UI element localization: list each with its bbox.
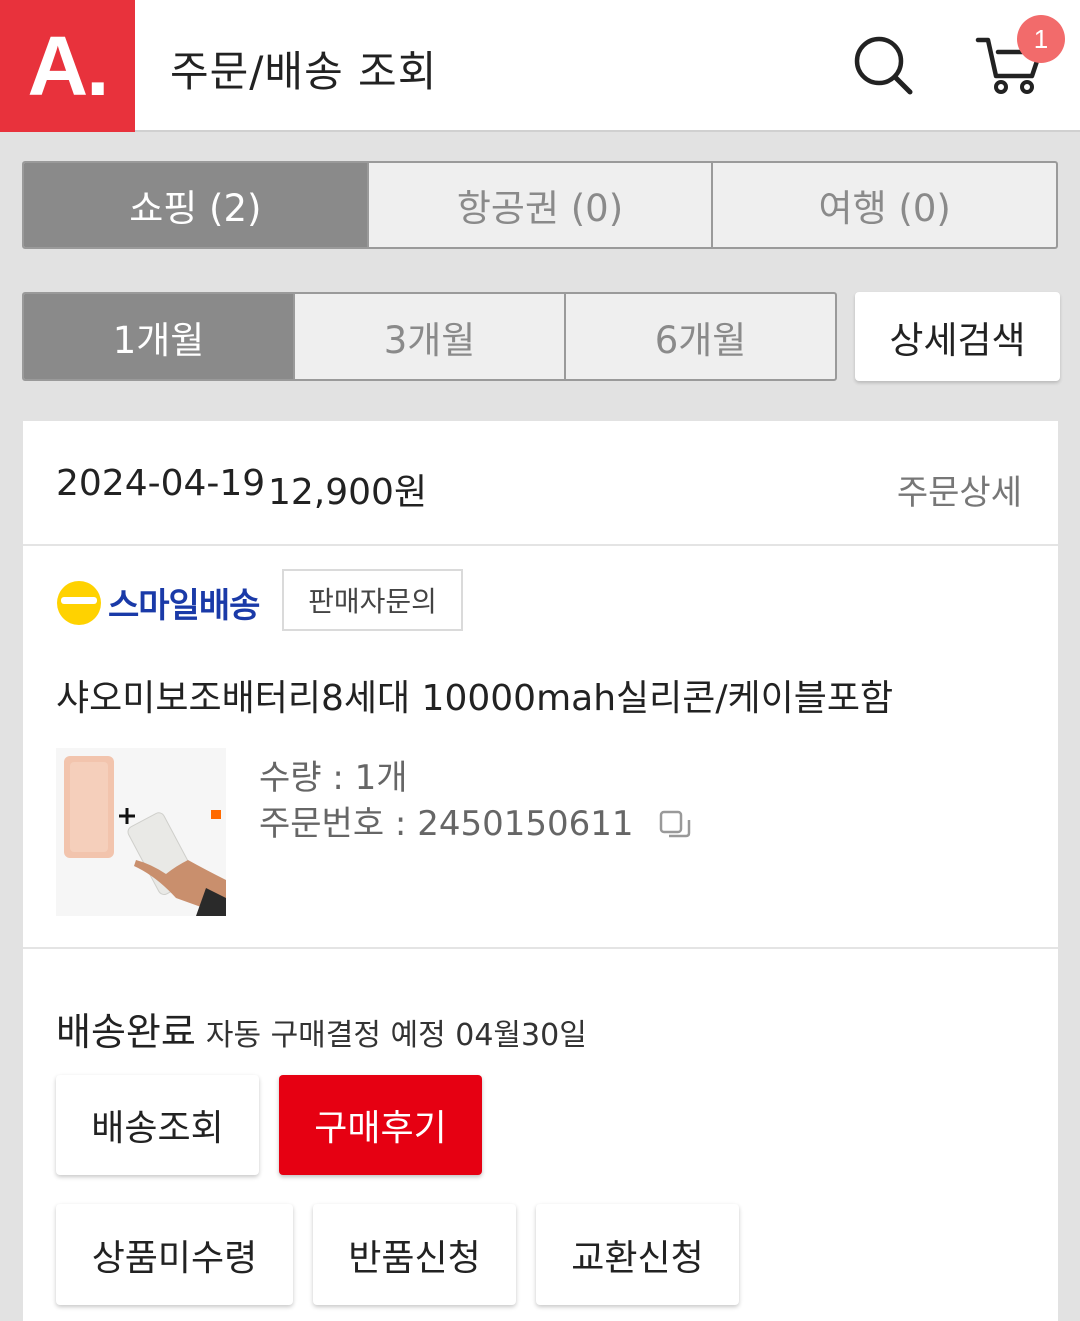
search-icon[interactable] [848,30,918,100]
status-text: 배송완료 [56,1010,196,1054]
copy-icon[interactable] [658,809,692,843]
card-divider [23,947,1058,949]
smile-delivery-badge: 스마일배송 [56,578,260,627]
review-button[interactable]: 구매후기 [279,1075,482,1175]
not-received-button[interactable]: 상품미수령 [56,1204,293,1305]
product-name[interactable]: 샤오미보조배터리8세대 10000mah실리콘/케이블포함 [56,669,893,721]
period-tabs: 1개월 3개월 6개월 [22,292,837,381]
app-logo[interactable]: A. [0,0,135,132]
tab-3-months[interactable]: 3개월 [293,294,564,379]
order-detail-link[interactable]: 주문상세 [897,465,1022,514]
order-amount: 12,900원 [268,472,428,513]
delivery-status: 배송완료 자동 구매결정 예정 04월30일 [56,1001,587,1056]
page-title: 주문/배송 조회 [170,47,438,96]
product-image[interactable] [56,748,226,916]
smile-face-icon [56,580,102,626]
quantity-text: 수량 : 1개 [259,758,408,798]
return-button[interactable]: 반품신청 [313,1204,516,1305]
category-tabs: 쇼핑 (2) 항공권 (0) 여행 (0) [22,161,1058,249]
cart-count-badge: 1 [1017,15,1065,63]
order-date: 2024-04-19 [56,463,266,504]
app-header: A. 주문/배송 조회 1 [0,0,1080,132]
status-note: 자동 구매결정 예정 04월30일 [205,1018,587,1053]
seller-inquiry-button[interactable]: 판매자문의 [282,569,463,631]
delivery-type-label: 스마일배송 [108,586,260,626]
tab-shopping[interactable]: 쇼핑 (2) [24,163,367,247]
detail-search-button[interactable]: 상세검색 [855,292,1060,381]
tab-1-month[interactable]: 1개월 [24,294,293,379]
order-card: 2024-04-19 12,900원 주문상세 스마일배송 판매자문의 샤오미보… [23,421,1058,1321]
product-info: 수량 : 1개 주문번호 : 2450150611 [259,755,692,847]
order-number: 2450150611 [417,804,634,844]
tab-travel[interactable]: 여행 (0) [711,163,1056,247]
order-header: 2024-04-19 12,900원 주문상세 [23,421,1058,546]
order-number-label: 주문번호 : [259,804,418,844]
tab-6-months[interactable]: 6개월 [564,294,835,379]
exchange-button[interactable]: 교환신청 [536,1204,739,1305]
tab-flights[interactable]: 항공권 (0) [366,163,712,247]
tracking-button[interactable]: 배송조회 [56,1075,259,1175]
order-number-row: 주문번호 : 2450150611 [259,801,692,847]
